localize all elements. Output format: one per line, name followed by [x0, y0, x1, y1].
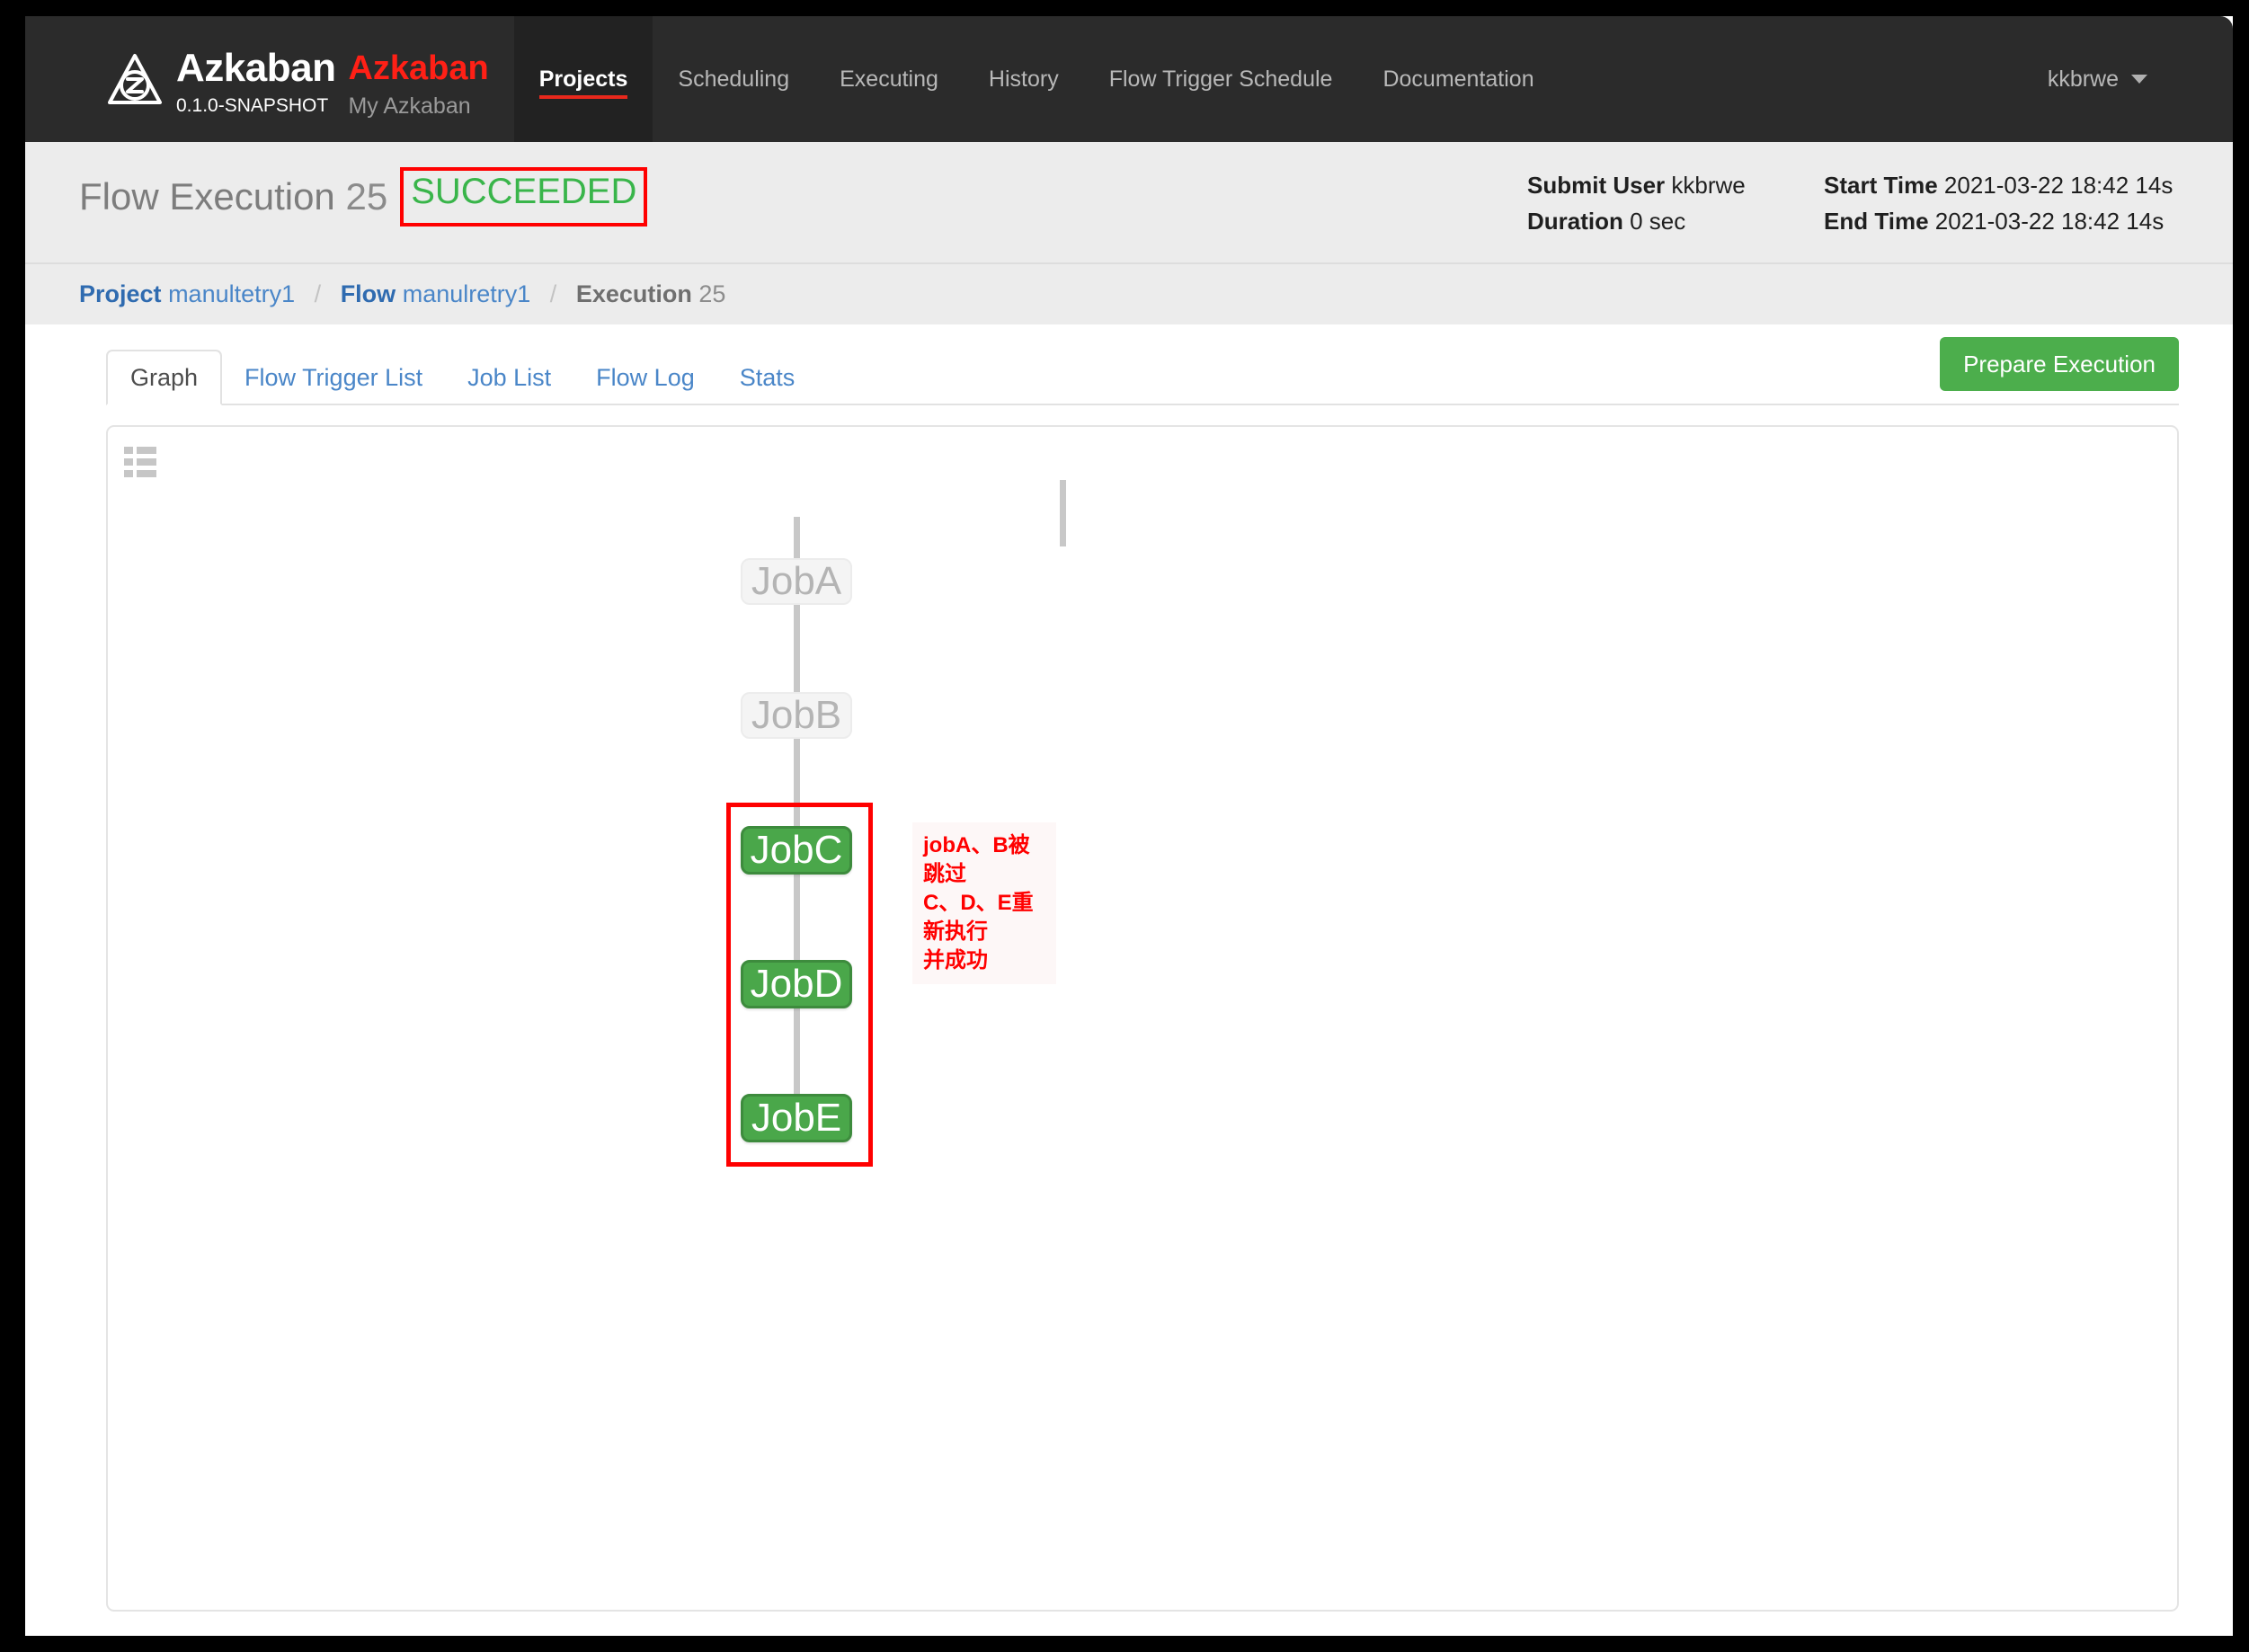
- breadcrumb-flow[interactable]: Flow manulretry1: [341, 280, 538, 307]
- tab-stats[interactable]: Stats: [717, 351, 818, 404]
- breadcrumb-separator-1: /: [314, 280, 322, 307]
- breadcrumb-flow-name: manulretry1: [402, 280, 531, 307]
- nav-item-history[interactable]: History: [964, 16, 1084, 142]
- flow-graph-panel: JobA JobB JobC JobD JobE jobA、B被跳过 C、D、E…: [106, 425, 2179, 1612]
- job-node-label: JobD: [750, 962, 843, 1006]
- job-node-jobc[interactable]: JobC: [741, 826, 852, 875]
- screenshot-root: Azkaban 0.1.0-SNAPSHOT Azkaban My Azkaba…: [0, 0, 2249, 1652]
- top-navbar: Azkaban 0.1.0-SNAPSHOT Azkaban My Azkaba…: [25, 16, 2233, 142]
- job-node-jobd[interactable]: JobD: [741, 960, 852, 1008]
- nav-item-documentation[interactable]: Documentation: [1357, 16, 1559, 142]
- job-node-label: JobA: [751, 559, 842, 603]
- annotation-note: jobA、B被跳过 C、D、E重新执行 并成功: [912, 822, 1056, 984]
- edge-jobb-jobc: [794, 739, 800, 826]
- job-node-label: JobE: [751, 1096, 842, 1140]
- tab-job-list[interactable]: Job List: [445, 351, 573, 404]
- page-title-execid: 25: [345, 175, 388, 218]
- meta-column-left: Submit User kkbrwe Duration 0 sec: [1527, 167, 1824, 239]
- tabs-zone: Graph Flow Trigger List Job List Flow Lo…: [25, 324, 2233, 405]
- tab-bar: Graph Flow Trigger List Job List Flow Lo…: [106, 337, 2179, 405]
- breadcrumb: Project manultetry1 / Flow manulretry1 /…: [25, 262, 2233, 324]
- breadcrumb-project-name: manultetry1: [168, 280, 296, 307]
- job-node-jobe[interactable]: JobE: [741, 1094, 852, 1142]
- breadcrumb-separator-2: /: [549, 280, 557, 307]
- execution-header: Flow Execution 25 SUCCEEDED Submit User …: [25, 142, 2233, 262]
- edge-jobc-jobd: [794, 875, 800, 960]
- meta-duration: Duration 0 sec: [1527, 203, 1824, 239]
- nav-item-projects[interactable]: Projects: [513, 16, 653, 142]
- nav-item-flow-trigger-schedule[interactable]: Flow Trigger Schedule: [1084, 16, 1358, 142]
- user-menu[interactable]: kkbrwe: [2048, 16, 2233, 142]
- nav-item-scheduling[interactable]: Scheduling: [653, 16, 814, 142]
- job-node-joba[interactable]: JobA: [741, 558, 852, 605]
- page-title-prefix: Flow Execution: [79, 175, 335, 218]
- breadcrumb-project-label: Project: [79, 280, 162, 307]
- graph-canvas: JobA JobB JobC JobD JobE jobA、B被跳过 C、D、E…: [108, 427, 2177, 1610]
- user-menu-label: kkbrwe: [2047, 66, 2119, 92]
- execution-meta: Submit User kkbrwe Duration 0 sec Start …: [1527, 167, 2233, 239]
- breadcrumb-execution-id: 25: [698, 280, 726, 307]
- meta-duration-value: 0 sec: [1630, 208, 1686, 235]
- breadcrumb-flow-label: Flow: [340, 280, 396, 307]
- tab-flow-trigger-list[interactable]: Flow Trigger List: [222, 351, 445, 404]
- brand-alt-name: Azkaban: [348, 49, 489, 87]
- prepare-execution-button[interactable]: Prepare Execution: [1940, 337, 2179, 391]
- tab-graph[interactable]: Graph: [106, 350, 223, 405]
- chevron-down-icon: [2131, 75, 2147, 84]
- app-window: Azkaban 0.1.0-SNAPSHOT Azkaban My Azkaba…: [25, 16, 2233, 1636]
- meta-duration-label: Duration: [1527, 208, 1623, 235]
- azkaban-logo-icon: [108, 54, 162, 104]
- breadcrumb-execution: Execution 25: [576, 280, 726, 307]
- meta-end-time-value: 2021-03-22 18:42 14s: [1934, 208, 2165, 235]
- meta-start-time: Start Time 2021-03-22 18:42 14s: [1824, 167, 2179, 203]
- nav-item-executing[interactable]: Executing: [814, 16, 964, 142]
- job-node-jobb[interactable]: JobB: [741, 692, 852, 739]
- meta-end-time: End Time 2021-03-22 18:42 14s: [1824, 203, 2179, 239]
- graph-edge-stub: [1060, 480, 1066, 546]
- meta-submit-user-value: kkbrwe: [1671, 172, 1746, 199]
- brand-block[interactable]: Azkaban 0.1.0-SNAPSHOT Azkaban My Azkaba…: [25, 16, 489, 142]
- execution-title-wrap: Flow Execution 25 SUCCEEDED: [25, 167, 648, 226]
- edge-jobd-jobe: [794, 1008, 800, 1094]
- breadcrumb-project[interactable]: Project manultetry1: [79, 280, 302, 307]
- tab-flow-log[interactable]: Flow Log: [573, 351, 717, 404]
- meta-submit-user-label: Submit User: [1527, 172, 1666, 199]
- meta-column-right: Start Time 2021-03-22 18:42 14s End Time…: [1824, 167, 2179, 239]
- brand-name: Azkaban: [176, 46, 336, 90]
- meta-start-time-label: Start Time: [1824, 172, 1938, 199]
- status-badge-annotation: SUCCEEDED: [400, 167, 648, 226]
- meta-end-time-label: End Time: [1824, 208, 1929, 235]
- brand-subtitle: My Azkaban: [348, 93, 471, 119]
- job-node-label: JobC: [750, 828, 843, 872]
- meta-start-time-value: 2021-03-22 18:42 14s: [1943, 172, 2173, 199]
- breadcrumb-execution-label: Execution: [575, 280, 692, 307]
- meta-submit-user: Submit User kkbrwe: [1527, 167, 1824, 203]
- page-title: Flow Execution 25: [79, 175, 387, 218]
- nav-menu: Projects Scheduling Executing History Fl…: [513, 16, 1560, 142]
- job-node-label: JobB: [751, 693, 842, 737]
- status-badge: SUCCEEDED: [411, 172, 637, 211]
- brand-version: 0.1.0-SNAPSHOT: [176, 95, 329, 116]
